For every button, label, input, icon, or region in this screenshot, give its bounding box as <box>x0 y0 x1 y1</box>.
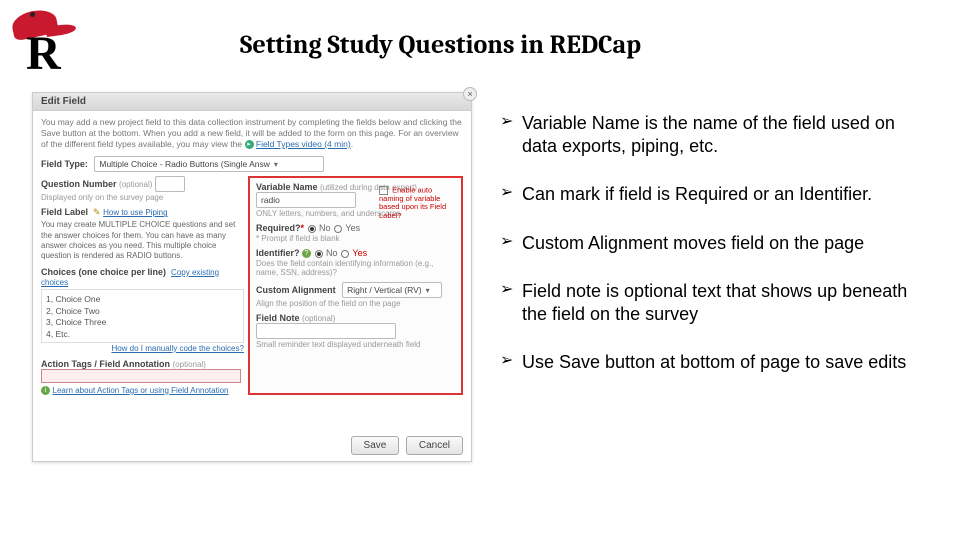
action-tags-input[interactable] <box>41 369 241 383</box>
variable-name-input[interactable] <box>256 192 356 208</box>
auto-naming-note: Enable auto naming of variable based upo… <box>379 186 457 220</box>
custom-alignment-note: Align the position of the field on the p… <box>256 299 455 308</box>
identifier-label: Identifier? <box>256 248 300 258</box>
close-icon[interactable]: × <box>463 87 477 101</box>
qnum-optional: (optional) <box>119 180 152 189</box>
custom-alignment-label: Custom Alignment <box>256 285 336 295</box>
required-no-radio[interactable] <box>308 225 316 233</box>
field-note-label: Field Note <box>256 313 300 323</box>
required-no-text: No <box>319 223 331 233</box>
slide-title: Setting Study Questions in REDCap <box>240 30 641 60</box>
bullet-item: Field note is optional text that shows u… <box>500 280 930 325</box>
identifier-note: Does the field contain identifying infor… <box>256 259 455 277</box>
manual-code-link[interactable]: How do I manually code the choices? <box>111 344 244 353</box>
choice-row: 4, Etc. <box>46 329 239 341</box>
piping-link[interactable]: How to use Piping <box>103 208 167 217</box>
help-icon[interactable]: ? <box>302 249 311 258</box>
explanation-bullets: Variable Name is the name of the field u… <box>500 112 930 400</box>
field-label-text: You may create MULTIPLE CHOICE questions… <box>41 220 244 262</box>
question-number-input[interactable] <box>155 176 185 192</box>
identifier-yes-text: Yes <box>352 248 367 258</box>
field-label-header: Field Label <box>41 207 88 217</box>
intro-text: You may add a new project field to this … <box>41 117 463 150</box>
play-icon: ▸ <box>245 140 254 149</box>
pencil-icon: ✎ <box>93 207 101 217</box>
required-yes-text: Yes <box>345 223 360 233</box>
required-note: * Prompt if field is blank <box>256 234 455 243</box>
question-number-label: Question Number <box>41 179 117 189</box>
field-note-input[interactable] <box>256 323 396 339</box>
bullet-item: Variable Name is the name of the field u… <box>500 112 930 157</box>
bullet-item: Custom Alignment moves field on the page <box>500 232 930 255</box>
save-button[interactable]: Save <box>351 436 400 455</box>
dialog-buttons: Save Cancel <box>347 436 463 455</box>
required-yes-radio[interactable] <box>334 225 342 233</box>
field-type-row: Field Type: Multiple Choice - Radio Butt… <box>41 156 463 172</box>
choices-textarea[interactable]: 1, Choice One 2, Choice Two 3, Choice Th… <box>41 289 244 343</box>
variable-name-label: Variable Name <box>256 182 318 192</box>
logo-letter: R <box>26 26 61 81</box>
auto-naming-text: Enable auto naming of variable based upo… <box>379 186 446 220</box>
field-type-label: Field Type: <box>41 159 88 169</box>
action-tags-optional: (optional) <box>173 360 206 369</box>
left-column: Question Number (optional) Displayed onl… <box>41 176 248 395</box>
identifier-yes-radio[interactable] <box>341 250 349 258</box>
action-tags-label: Action Tags / Field Annotation <box>41 359 170 369</box>
action-tags-help-link[interactable]: Learn about Action Tags or using Field A… <box>53 386 229 395</box>
choices-label: Choices (one choice per line) <box>41 267 166 277</box>
field-note-optional: (optional) <box>302 314 335 323</box>
choice-row: 2, Choice Two <box>46 306 239 318</box>
right-column-highlighted: Enable auto naming of variable based upo… <box>248 176 463 395</box>
redcap-logo: R <box>8 6 86 76</box>
identifier-no-text: No <box>326 248 338 258</box>
custom-alignment-select[interactable]: Right / Vertical (RV) <box>342 282 442 298</box>
edit-field-dialog: × Edit Field You may add a new project f… <box>32 92 472 462</box>
cancel-button[interactable]: Cancel <box>406 436 463 455</box>
bullet-item: Can mark if field is Required or an Iden… <box>500 183 930 206</box>
dialog-header: Edit Field <box>33 93 471 111</box>
qnum-note: Displayed only on the survey page <box>41 193 244 202</box>
bullet-item: Use Save button at bottom of page to sav… <box>500 351 930 374</box>
required-label: Required?* <box>256 223 304 233</box>
field-note-hint: Small reminder text displayed underneath… <box>256 340 455 349</box>
field-type-select[interactable]: Multiple Choice - Radio Buttons (Single … <box>94 156 324 172</box>
identifier-no-radio[interactable] <box>315 250 323 258</box>
info-icon: i <box>41 386 50 395</box>
choice-row: 1, Choice One <box>46 294 239 306</box>
field-types-video-link[interactable]: Field Types video (4 min) <box>256 139 351 149</box>
cap-button-icon <box>30 12 35 17</box>
choice-row: 3, Choice Three <box>46 317 239 329</box>
